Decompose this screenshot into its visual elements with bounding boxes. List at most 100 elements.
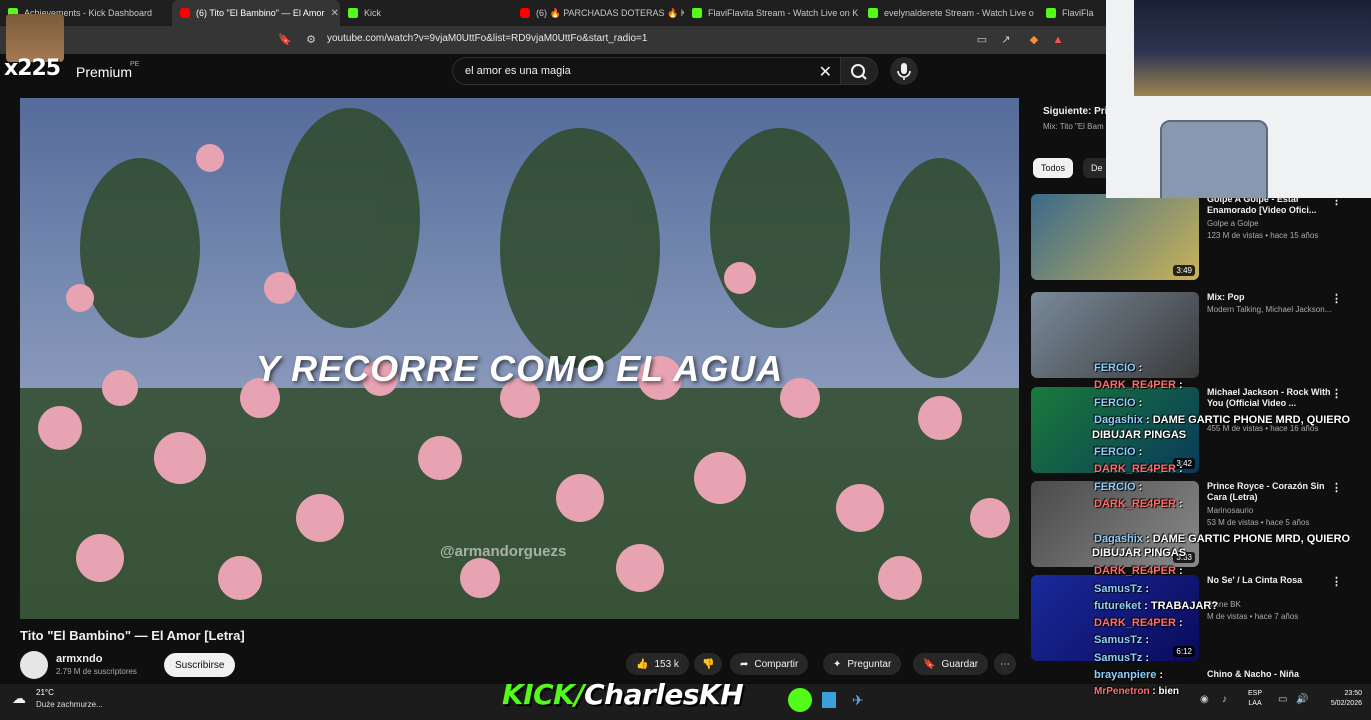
search-button[interactable] (840, 57, 878, 85)
tab-label: evelynalderete Stream - Watch Live o (884, 8, 1034, 18)
more-vert-icon[interactable]: ⋮ (1331, 292, 1342, 305)
steam-icon[interactable]: ✈ (852, 692, 868, 708)
chat-message: DARK_RE4PER : (1094, 379, 1183, 391)
network-icon[interactable]: ◉ (1200, 694, 1209, 705)
ask-label: Preguntar (847, 658, 892, 670)
webcam-overlay (1106, 0, 1371, 198)
weather-description[interactable]: Duże zachmurze... (36, 700, 103, 709)
windows-taskbar: ☁ 21°C Duże zachmurze... KICK/CharlesKH … (0, 678, 1371, 720)
tab-label: FlaviFla (1062, 8, 1094, 18)
save-button[interactable]: 🔖 Guardar (913, 653, 989, 675)
address-bar[interactable]: 🔖 ⚙ youtube.com/watch?v=9vjaM0UttFo&list… (0, 26, 1106, 54)
recommendation-item[interactable]: Chino & Nacho - Niña (1031, 669, 1361, 683)
recommendation-item[interactable]: 3:49 Golpe A Golpe - Estar Enamorado [Vi… (1031, 194, 1361, 282)
subscribe-button[interactable]: Suscribirse (164, 653, 236, 677)
sparkle-icon: ✦ (833, 658, 842, 670)
share-label: Compartir (754, 658, 799, 670)
recommendation-title[interactable]: No Se' / La Cinta Rosa (1207, 575, 1337, 586)
kick-icon (348, 8, 358, 18)
share-button[interactable]: ➦ Compartir (730, 653, 809, 675)
tab-label: FlaviFlavita Stream - Watch Live on K (708, 8, 859, 18)
bookmark-icon: 🔖 (923, 658, 936, 670)
notepad-icon[interactable] (822, 692, 836, 708)
region-label: PE (130, 61, 140, 68)
tab-evelynalderete[interactable]: evelynalderete Stream - Watch Live o (860, 0, 1038, 26)
system-clock[interactable]: 23:50 5/02/2026 (1322, 689, 1362, 709)
search-input[interactable]: el amor es una magia ✕ (452, 57, 840, 85)
like-button[interactable]: 👍 153 k (626, 653, 689, 675)
chat-message: SamusTz : (1094, 583, 1150, 595)
recommendation-channel: Modern Talking, Michael Jackson... (1207, 305, 1332, 314)
duration-badge: 3:49 (1173, 265, 1195, 276)
bookmark-icon[interactable]: 🔖 (278, 34, 292, 46)
volume-icon[interactable]: 🔊 (1296, 694, 1308, 705)
chat-message: Dagashix : DAME GARTIC PHONE MRD, QUIERO (1094, 533, 1351, 545)
recommendation-title[interactable]: Chino & Nacho - Niña (1207, 669, 1337, 680)
video-thumbnail[interactable]: 3:49 (1031, 194, 1199, 280)
chat-message: SamusTz : (1094, 634, 1150, 646)
recommendation-meta: 123 M de vistas • hace 15 años (1207, 231, 1319, 240)
temperature[interactable]: 21°C (36, 688, 54, 697)
recommendation-item[interactable]: 3:42 Michael Jackson - Rock With You (Of… (1031, 387, 1361, 475)
youtube-icon (180, 8, 190, 18)
tab-flaviflavita-2[interactable]: FlaviFla (1038, 0, 1106, 26)
microphone-icon (897, 63, 911, 80)
tab-youtube-el-amor[interactable]: (6) Tito "El Bambino" — El Amor ✕ (172, 0, 340, 26)
recommendation-item[interactable]: 3:33 Prince Royce - Corazón Sin Cara (Le… (1031, 481, 1361, 569)
browser-tab-strip: Achievements - Kick Dashboard (6) Tito "… (0, 0, 1106, 26)
brand-logo[interactable]: x225 (4, 56, 61, 81)
screen: Achievements - Kick Dashboard (6) Tito "… (0, 0, 1371, 720)
more-vert-icon[interactable]: ⋮ (1331, 575, 1342, 588)
recommendation-item[interactable]: Mix: Pop Modern Talking, Michael Jackson… (1031, 292, 1361, 380)
tab-kick[interactable]: Kick (340, 0, 512, 26)
display-icon[interactable]: ▭ (1278, 694, 1287, 705)
chat-message: brayanpiere : (1094, 669, 1164, 681)
kick-channel-overlay: KICK/CharlesKH (502, 678, 744, 711)
tab-flaviflavita[interactable]: FlaviFlavita Stream - Watch Live on K (684, 0, 860, 26)
video-player[interactable]: Y RECORRE COMO EL AGUA @armandorguezs (20, 98, 1019, 619)
brave-shield-icon[interactable]: ◆ (1028, 34, 1040, 46)
kick-badge-icon (788, 688, 812, 712)
premium-label: Premium (76, 64, 133, 80)
clear-search-icon[interactable]: ✕ (819, 62, 832, 82)
recommendation-title[interactable]: Michael Jackson - Rock With You (Officia… (1207, 387, 1337, 409)
share-icon[interactable]: ↗ (1000, 34, 1012, 46)
chat-message: DIBUJAR PINGAS (1092, 429, 1187, 441)
chip-all[interactable]: Todos (1033, 158, 1074, 178)
webcam-city-window (1134, 0, 1371, 96)
video-title: Tito "El Bambino" — El Amor [Letra] (20, 628, 245, 643)
site-settings-icon[interactable]: ⚙ (305, 34, 317, 46)
close-icon[interactable]: ✕ (330, 8, 338, 19)
chat-message: SamusTz : (1094, 652, 1150, 664)
avatar[interactable] (20, 651, 48, 679)
weather-icon[interactable]: ☁ (12, 690, 26, 707)
subscriber-count: 2.79 M de suscriptores (56, 667, 137, 676)
recommendation-item[interactable]: 6:12 No Se' / La Cinta Rosa Clone BK M d… (1031, 575, 1361, 663)
dislike-button[interactable]: 👎 (694, 653, 723, 675)
share-icon: ➦ (740, 658, 749, 670)
url-text[interactable]: youtube.com/watch?v=9vjaM0UttFo&list=RD9… (327, 33, 647, 44)
recommendation-title[interactable]: Prince Royce - Corazón Sin Cara (Letra) (1207, 481, 1337, 503)
microphone-tray-icon[interactable]: ♪ (1222, 694, 1227, 705)
kick-icon (1046, 8, 1056, 18)
next-up-label: Siguiente: Pri (1043, 106, 1108, 117)
channel-name[interactable]: armxndo (56, 653, 102, 665)
ask-button[interactable]: ✦ Preguntar (823, 653, 902, 675)
screen-icon[interactable]: ▭ (976, 34, 988, 46)
more-vert-icon[interactable]: ⋮ (1331, 387, 1342, 400)
recommendation-channel: Marinosaurio (1207, 506, 1254, 515)
chat-message: MrPenetron : bien (1094, 686, 1180, 697)
streamer-emote (6, 14, 64, 62)
language-indicator[interactable]: ESP LAA (1248, 689, 1262, 709)
save-label: Guardar (941, 658, 979, 670)
voice-search-button[interactable] (890, 57, 918, 85)
chat-message: FERCIO : (1094, 446, 1143, 458)
recommendation-title[interactable]: Mix: Pop (1207, 292, 1337, 303)
like-count: 153 k (654, 658, 679, 670)
more-actions-button[interactable]: ⋯ (994, 653, 1016, 675)
chat-message: FERCIO : (1094, 397, 1143, 409)
more-vert-icon[interactable]: ⋮ (1331, 481, 1342, 494)
kick-icon (868, 8, 878, 18)
tab-parchadas-doteras[interactable]: (6) 🔥 PARCHADAS DOTERAS 🔥 KIN (512, 0, 684, 26)
rewards-icon[interactable]: ▲ (1052, 34, 1064, 46)
